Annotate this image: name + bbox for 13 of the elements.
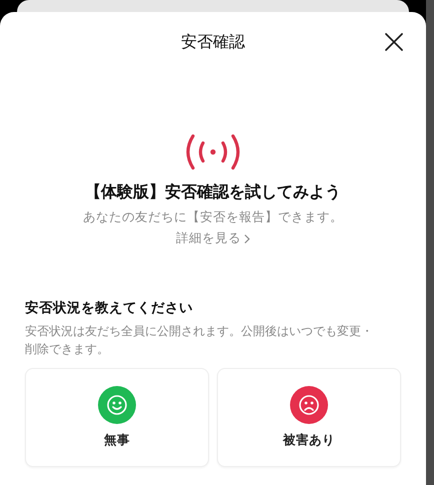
section-description: 安否状況は友だち全員に公開されます。公開後はいつでも変更・削除できます。	[25, 323, 374, 358]
close-button[interactable]	[382, 30, 406, 54]
close-icon	[382, 30, 406, 54]
status-option[interactable]: 被害あり	[217, 368, 401, 467]
details-link[interactable]: 詳細を見る	[176, 230, 250, 247]
status-option[interactable]: 無事	[25, 368, 209, 467]
intro-heading: 【体験版】安否確認を試してみよう	[85, 182, 341, 203]
smile-icon	[98, 386, 136, 424]
sheet-title: 安否確認	[181, 32, 245, 52]
section-title: 安否状況を教えてください	[25, 299, 194, 317]
frown-icon	[290, 386, 328, 424]
chevron-icon	[244, 234, 250, 244]
intro-subtitle: あなたの友だちに【安否を報告】できます。	[83, 209, 343, 226]
